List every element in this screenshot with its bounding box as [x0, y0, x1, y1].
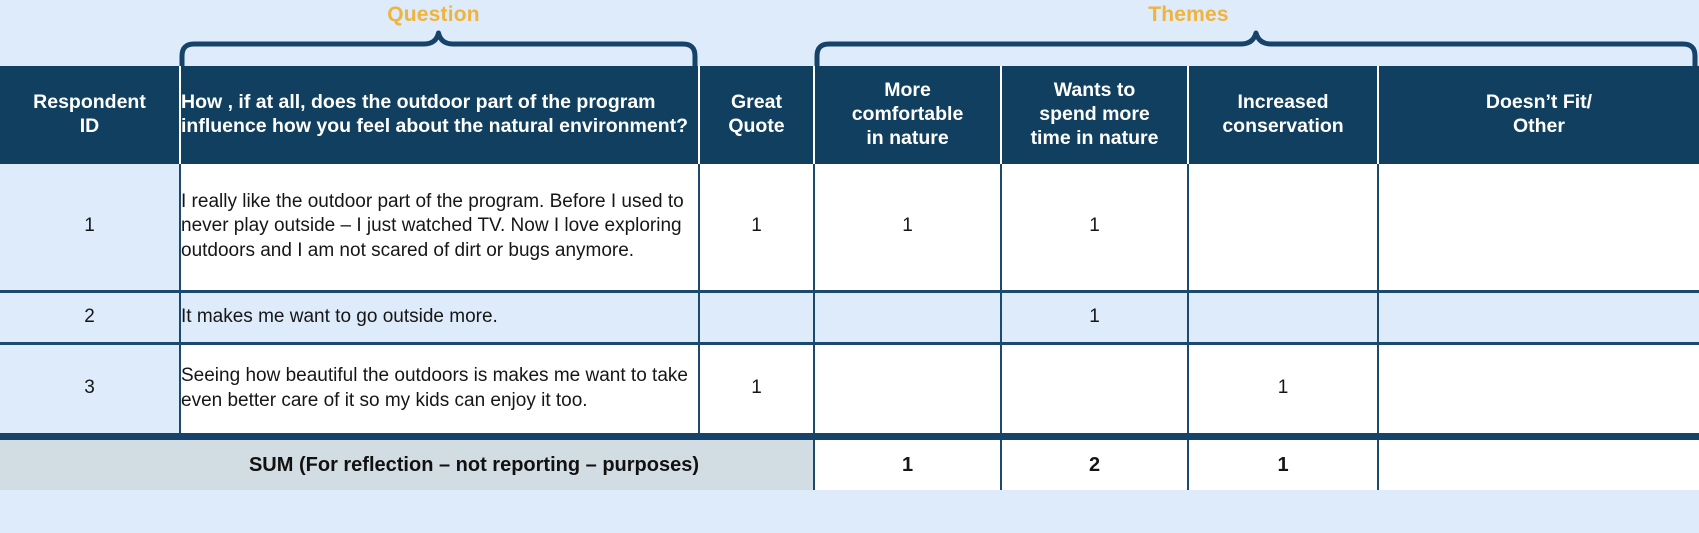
table-body: 1 I really like the outdoor part of the …	[0, 164, 1699, 490]
cell-theme-conservation[interactable]	[1188, 291, 1379, 345]
column-header-theme-more-time-line1: Wants to	[1053, 79, 1136, 102]
cell-response-text: Seeing how beautiful the outdoors is mak…	[180, 343, 700, 438]
column-header-respondent-id: Respondent ID	[0, 66, 181, 164]
cell-respondent-id: 3	[0, 343, 181, 438]
bottom-spacer	[0, 520, 1699, 533]
cell-theme-other[interactable]	[1378, 164, 1699, 293]
column-header-theme-more-time-line3: time in nature	[1030, 126, 1159, 149]
cell-theme-other[interactable]	[1378, 343, 1699, 438]
header-row: Respondent ID How , if at all, does the …	[0, 66, 1699, 164]
coding-matrix-table: Respondent ID How , if at all, does the …	[0, 66, 1699, 490]
cell-theme-more-time[interactable]	[1001, 343, 1189, 438]
column-header-great-quote: Great Quote	[699, 66, 815, 164]
cell-theme-conservation[interactable]: 1	[1188, 343, 1379, 438]
cell-theme-conservation[interactable]	[1188, 164, 1379, 293]
themes-group-label: Themes	[1148, 3, 1229, 26]
column-header-theme-more-comfortable: More comfortable in nature	[814, 66, 1002, 164]
cell-respondent-id: 1	[0, 164, 181, 293]
cell-theme-more-time[interactable]: 1	[1001, 164, 1189, 293]
column-header-respondent-id-line2: ID	[79, 115, 100, 137]
sum-row: SUM (For reflection – not reporting – pu…	[0, 432, 1699, 490]
column-header-great-quote-line2: Quote	[728, 115, 785, 137]
cell-response-text: I really like the outdoor part of the pr…	[180, 164, 700, 293]
column-header-theme-other-line2: Other	[1512, 115, 1565, 137]
table-row: 1 I really like the outdoor part of the …	[0, 164, 1699, 293]
cell-theme-other[interactable]	[1378, 291, 1699, 345]
sum-cell-theme-more-time: 2	[1001, 432, 1189, 490]
cell-theme-more-time[interactable]: 1	[1001, 291, 1189, 345]
cell-theme-more-comfortable[interactable]: 1	[814, 164, 1002, 293]
cell-theme-more-comfortable[interactable]	[814, 291, 1002, 345]
question-group-label: Question	[387, 3, 480, 26]
table-row: 2 It makes me want to go outside more. 1	[0, 291, 1699, 345]
sum-cell-theme-conservation: 1	[1188, 432, 1379, 490]
column-header-theme-more-comfortable-line2: comfortable	[851, 103, 964, 126]
sum-cell-theme-other	[1378, 432, 1699, 490]
cell-respondent-id: 2	[0, 291, 181, 345]
column-header-respondent-id-line1: Respondent	[33, 91, 146, 114]
cell-great-quote[interactable]: 1	[699, 164, 815, 293]
column-header-theme-more-comfortable-line1: More	[884, 79, 931, 102]
sum-row-label: SUM (For reflection – not reporting – pu…	[0, 432, 699, 490]
column-header-theme-other-line1: Doesn’t Fit/	[1485, 91, 1593, 114]
column-header-theme-more-time-line2: spend more	[1039, 103, 1150, 126]
table-header: Respondent ID How , if at all, does the …	[0, 66, 1699, 164]
column-header-theme-conservation: Increased conservation	[1188, 66, 1379, 164]
cell-great-quote[interactable]	[699, 291, 815, 345]
coding-matrix-page: Question Themes Respondent ID How , if a…	[0, 0, 1699, 533]
column-header-theme-conservation-line2: conservation	[1222, 115, 1344, 137]
column-header-theme-more-time: Wants to spend more time in nature	[1001, 66, 1189, 164]
column-header-theme-conservation-line1: Increased	[1237, 91, 1329, 114]
cell-response-text: It makes me want to go outside more.	[180, 291, 700, 345]
column-header-question: How , if at all, does the outdoor part o…	[180, 66, 700, 164]
sum-cell-theme-more-comfortable: 1	[814, 432, 1002, 490]
column-header-great-quote-line1: Great	[731, 91, 782, 114]
cell-theme-more-comfortable[interactable]	[814, 343, 1002, 438]
sum-cell-great-quote	[699, 432, 815, 490]
cell-great-quote[interactable]: 1	[699, 343, 815, 438]
column-header-theme-other: Doesn’t Fit/ Other	[1378, 66, 1699, 164]
table-row: 3 Seeing how beautiful the outdoors is m…	[0, 343, 1699, 438]
column-header-theme-more-comfortable-line3: in nature	[866, 126, 949, 149]
